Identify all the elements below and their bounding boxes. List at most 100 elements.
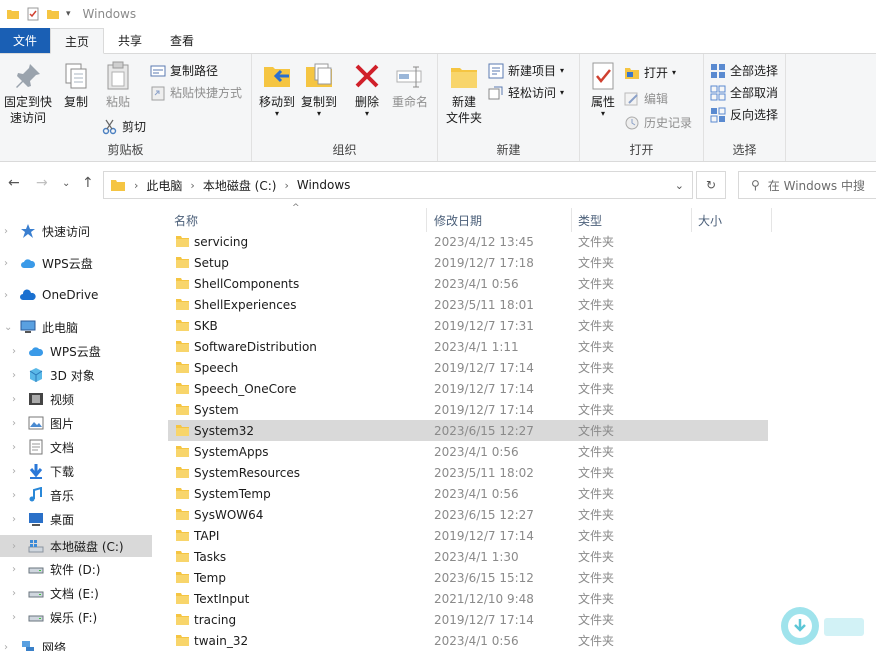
copy-to-button[interactable]: 复制到 ▾ xyxy=(298,60,340,118)
properties-quick-icon[interactable] xyxy=(26,7,40,21)
file-row[interactable]: SoftwareDistribution 2023/4/1 1:11 文件夹 xyxy=(168,336,768,357)
open-button[interactable]: 打开 ▾ xyxy=(624,64,676,81)
expand-chevron-icon[interactable]: › xyxy=(12,612,22,623)
history-button[interactable]: 历史记录 xyxy=(624,114,692,131)
file-row[interactable]: twain_32 2023/4/1 0:56 文件夹 xyxy=(168,630,768,651)
rename-button[interactable]: 重命名 xyxy=(386,60,434,110)
expand-chevron-icon[interactable]: › xyxy=(12,442,22,453)
pin-quick-access-button[interactable]: 固定到快 速访问 xyxy=(2,60,54,126)
tab-view[interactable]: 查看 xyxy=(156,28,208,53)
nav-item[interactable]: ⌄ 此电脑 xyxy=(0,316,152,338)
breadcrumb-local-disk[interactable]: 本地磁盘 (C:) xyxy=(203,177,277,194)
file-row[interactable]: Tasks 2023/4/1 1:30 文件夹 xyxy=(168,546,768,567)
paste-button[interactable]: 粘贴 xyxy=(100,60,136,110)
forward-arrow-icon[interactable]: → xyxy=(36,175,48,191)
tab-file[interactable]: 文件 xyxy=(0,28,51,53)
expand-chevron-icon[interactable]: › xyxy=(12,541,22,552)
nav-item[interactable]: › 网络 xyxy=(0,636,152,651)
breadcrumb-this-pc[interactable]: 此电脑 xyxy=(146,177,182,194)
new-item-button[interactable]: 新建项目 ▾ xyxy=(488,62,564,79)
properties-button[interactable]: 属性 ▾ xyxy=(584,60,622,118)
nav-item[interactable]: › 文档 xyxy=(0,436,152,458)
nav-item[interactable]: › 3D 对象 xyxy=(0,364,152,386)
column-date-header[interactable]: 修改日期 xyxy=(434,212,482,229)
file-row[interactable]: SystemTemp 2023/4/1 0:56 文件夹 xyxy=(168,483,768,504)
nav-item[interactable]: › 本地磁盘 (C:) xyxy=(0,535,152,557)
file-row[interactable]: TAPI 2019/12/7 17:14 文件夹 xyxy=(168,525,768,546)
nav-item[interactable]: › 桌面 xyxy=(0,508,152,530)
expand-chevron-icon[interactable]: › xyxy=(12,490,22,501)
nav-item[interactable]: › 下载 xyxy=(0,460,152,482)
nav-item[interactable]: › WPS云盘 xyxy=(0,340,152,362)
file-row[interactable]: Speech 2019/12/7 17:14 文件夹 xyxy=(168,357,768,378)
file-row[interactable]: SKB 2019/12/7 17:31 文件夹 xyxy=(168,315,768,336)
expand-chevron-icon[interactable]: › xyxy=(4,642,14,651)
expand-chevron-icon[interactable]: ⌄ xyxy=(4,322,14,333)
column-name-header[interactable]: 名称 xyxy=(174,212,198,229)
nav-item[interactable]: › WPS云盘 xyxy=(0,252,152,274)
move-to-button[interactable]: 移动到 ▾ xyxy=(256,60,298,118)
recent-locations-dropdown-icon[interactable]: ⌄ xyxy=(62,178,70,189)
expand-chevron-icon[interactable]: › xyxy=(12,564,22,575)
expand-chevron-icon[interactable]: › xyxy=(12,370,22,381)
expand-chevron-icon[interactable]: › xyxy=(12,418,22,429)
file-row[interactable]: ShellComponents 2023/4/1 0:56 文件夹 xyxy=(168,273,768,294)
file-row[interactable]: tracing 2019/12/7 17:14 文件夹 xyxy=(168,609,768,630)
expand-chevron-icon[interactable]: › xyxy=(12,514,22,525)
nav-item[interactable]: › 娱乐 (F:) xyxy=(0,606,152,628)
nav-item[interactable]: › OneDrive xyxy=(0,284,152,306)
nav-item[interactable]: › 视频 xyxy=(0,388,152,410)
expand-chevron-icon[interactable]: › xyxy=(12,466,22,477)
new-folder-button[interactable]: 新建 文件夹 xyxy=(442,60,486,126)
file-row[interactable]: TextInput 2021/12/10 9:48 文件夹 xyxy=(168,588,768,609)
cut-button[interactable]: 剪切 xyxy=(102,118,146,135)
new-folder-quick-icon[interactable] xyxy=(46,7,60,21)
column-divider[interactable] xyxy=(571,208,572,232)
easy-access-button[interactable]: 轻松访问 ▾ xyxy=(488,84,564,101)
select-none-button[interactable]: 全部取消 xyxy=(710,84,778,101)
column-divider[interactable] xyxy=(426,208,427,232)
breadcrumb-windows[interactable]: Windows xyxy=(297,178,351,192)
copy-button[interactable]: 复制 xyxy=(58,60,94,110)
nav-item[interactable]: › 文档 (E:) xyxy=(0,582,152,604)
expand-chevron-icon[interactable]: › xyxy=(12,588,22,599)
expand-chevron-icon[interactable]: › xyxy=(4,226,14,237)
search-input[interactable]: ⚲ 在 Windows 中搜 xyxy=(738,171,876,199)
expand-chevron-icon[interactable]: › xyxy=(4,290,14,301)
tab-home[interactable]: 主页 xyxy=(50,28,105,54)
tab-share[interactable]: 共享 xyxy=(104,28,156,53)
invert-selection-button[interactable]: 反向选择 xyxy=(710,106,778,123)
back-arrow-icon[interactable]: ← xyxy=(8,175,20,191)
file-row[interactable]: Setup 2019/12/7 17:18 文件夹 xyxy=(168,252,768,273)
address-dropdown-icon[interactable]: ⌄ xyxy=(675,179,684,192)
expand-chevron-icon[interactable]: › xyxy=(4,258,14,269)
up-arrow-icon[interactable]: ↑ xyxy=(82,175,94,191)
file-row[interactable]: System32 2023/6/15 12:27 文件夹 xyxy=(168,420,768,441)
delete-button[interactable]: 删除 ▾ xyxy=(350,60,384,118)
select-all-button[interactable]: 全部选择 xyxy=(710,62,778,79)
expand-chevron-icon[interactable]: › xyxy=(12,346,22,357)
nav-item[interactable]: › 快速访问 xyxy=(0,220,152,242)
file-row[interactable]: ShellExperiences 2023/5/11 18:01 文件夹 xyxy=(168,294,768,315)
column-type-header[interactable]: 类型 xyxy=(578,212,602,229)
quick-access-dropdown-icon[interactable]: ▾ xyxy=(66,9,71,19)
file-row[interactable]: SystemApps 2023/4/1 0:56 文件夹 xyxy=(168,441,768,462)
address-bar[interactable]: › 此电脑 › 本地磁盘 (C:) › Windows ⌄ xyxy=(103,171,693,199)
refresh-button[interactable]: ↻ xyxy=(696,171,726,199)
file-row[interactable]: servicing 2023/4/12 13:45 文件夹 xyxy=(168,231,768,252)
expand-chevron-icon[interactable]: › xyxy=(12,394,22,405)
file-row[interactable]: Speech_OneCore 2019/12/7 17:14 文件夹 xyxy=(168,378,768,399)
nav-item[interactable]: › 音乐 xyxy=(0,484,152,506)
file-row[interactable]: SysWOW64 2023/6/15 12:27 文件夹 xyxy=(168,504,768,525)
nav-item[interactable]: › 图片 xyxy=(0,412,152,434)
column-divider[interactable] xyxy=(771,208,772,232)
edit-button[interactable]: 编辑 xyxy=(624,90,668,107)
file-row[interactable]: SystemResources 2023/5/11 18:02 文件夹 xyxy=(168,462,768,483)
copy-path-button[interactable]: 复制路径 xyxy=(150,62,218,79)
column-divider[interactable] xyxy=(691,208,692,232)
file-row[interactable]: Temp 2023/6/15 15:12 文件夹 xyxy=(168,567,768,588)
nav-item[interactable]: › 软件 (D:) xyxy=(0,558,152,580)
column-size-header[interactable]: 大小 xyxy=(698,212,722,229)
file-row[interactable]: System 2019/12/7 17:14 文件夹 xyxy=(168,399,768,420)
paste-shortcut-button[interactable]: 粘贴快捷方式 xyxy=(150,84,242,101)
